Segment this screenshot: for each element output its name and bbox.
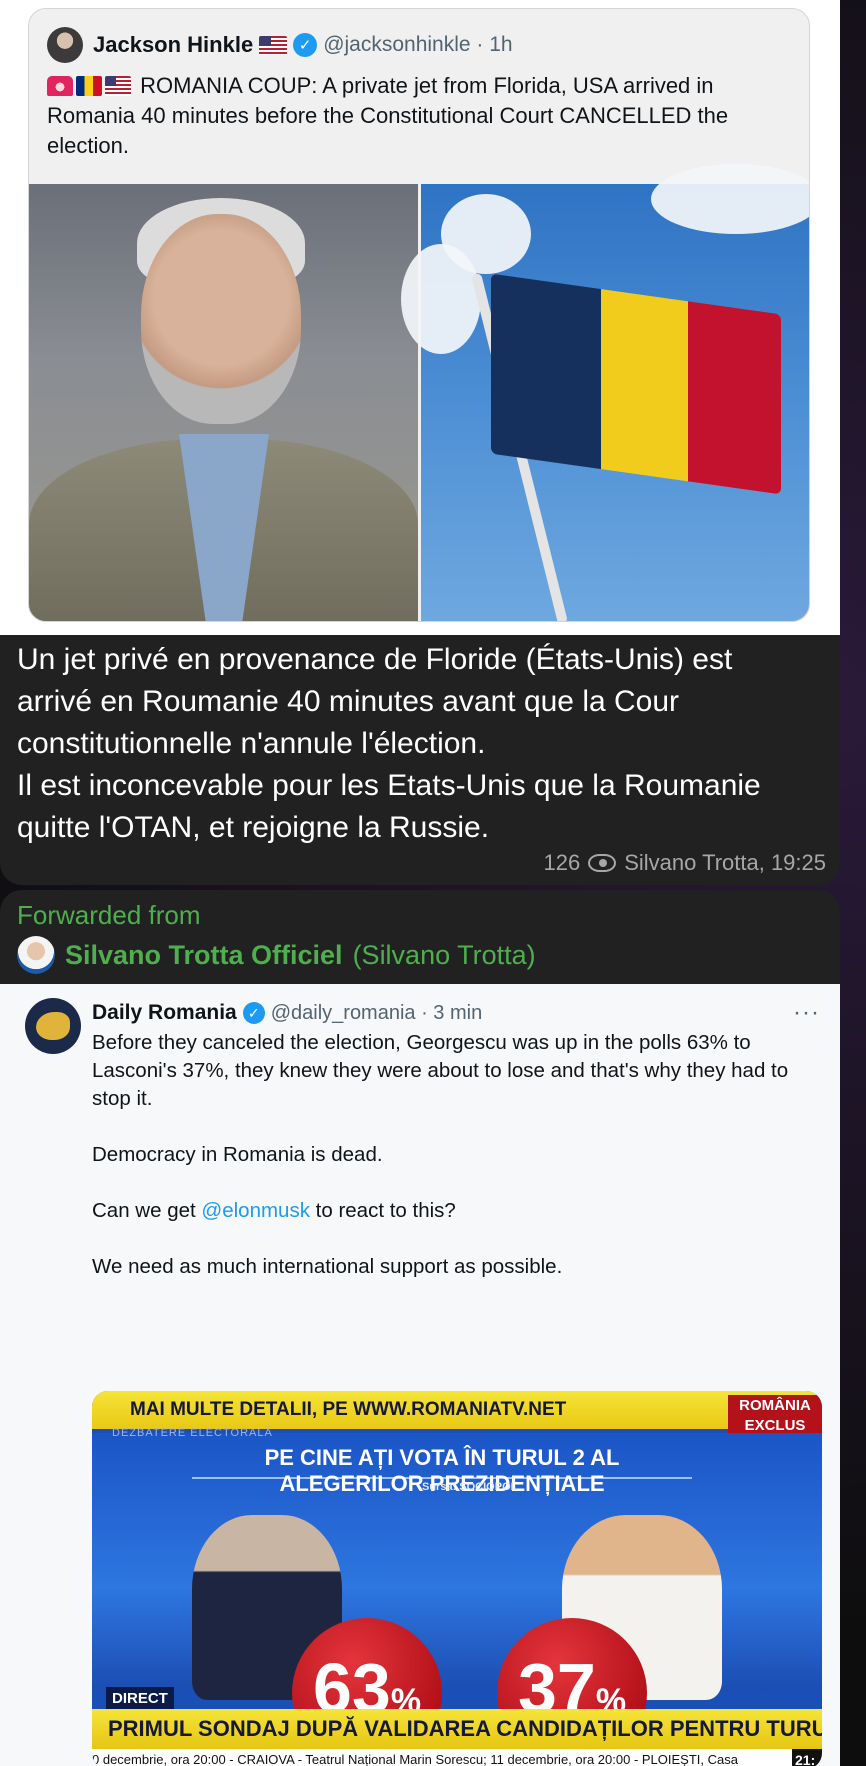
caption-line: Un jet privé en provenance de Floride (É… [17, 643, 733, 676]
eye-icon [588, 854, 617, 872]
tv-brand-line: ROMÂNIA [739, 1397, 811, 1414]
tweet-screenshot-image[interactable]: Daily Romania ✓ @daily_romania · 3 min ·… [0, 984, 840, 1766]
cloud [651, 164, 809, 234]
tv-live-label: DIRECT [106, 1687, 174, 1711]
tweet-text-block: ROMANIA COUP: A private jet from Florida… [47, 71, 797, 161]
portrait-face [141, 214, 301, 424]
tv-ticker: 0 decembrie, ora 20:00 - CRAIOVA - Teatr… [92, 1749, 822, 1766]
author-time: Silvano Trotta, 19:25 [624, 850, 826, 875]
tweet-text: ROMANIA COUP: A private jet from Florida… [47, 73, 729, 158]
tweet-text-block: Before they canceled the election, Georg… [92, 1029, 822, 1309]
tweet-paragraph: Before they canceled the election, Georg… [92, 1031, 789, 1110]
mention-link: @elonmusk [201, 1199, 310, 1222]
verified-badge-icon: ✓ [293, 33, 318, 57]
caption-line: arrivé en Roumanie 40 minutes avant que … [17, 685, 680, 718]
tweet-author-name: Daily Romania [92, 1001, 237, 1024]
tv-headline: PRIMUL SONDAJ DUPĂ VALIDAREA CANDIDAȚILO… [92, 1709, 822, 1749]
siren-icon [47, 76, 73, 96]
avatar [47, 27, 83, 63]
caption-line: Il est inconcevable pour les Etats-Unis … [17, 769, 761, 802]
romania-flag [491, 273, 781, 495]
tweet-paragraph: We need as much international support as… [92, 1255, 563, 1278]
tweet-handle-time: @jacksonhinkle · 1h [323, 33, 513, 56]
avatar[interactable] [17, 936, 55, 974]
avatar [25, 998, 81, 1054]
tv-clock: 21: [792, 1749, 822, 1766]
forwarded-signature: (Silvano Trotta) [352, 939, 536, 970]
caption-line: quitte l'OTAN, et rejoigne la Russie. [17, 811, 490, 844]
forwarded-channel-name[interactable]: Silvano Trotta Officiel [65, 940, 343, 971]
tweet-screenshot-image[interactable]: Jackson Hinkle ✓ @jacksonhinkle · 1h ROM… [0, 0, 840, 635]
tv-faint-label: DEZBATERE ELECTORALĂ [112, 1427, 273, 1439]
tweet-handle-time: @daily_romania · 3 min [270, 1001, 483, 1024]
message-meta: 126 Silvano Trotta, 19:25 [543, 850, 826, 876]
tv-poll-source: Sursa: SOCIOPOL [422, 1481, 518, 1493]
view-count: 126 [543, 850, 581, 875]
tv-poll-question: PE CINE AȚI VOTA ÎN TURUL 2 AL ALEGERILO… [192, 1445, 692, 1496]
us-flag-icon [259, 35, 288, 55]
forwarded-label: Forwarded from [17, 900, 201, 930]
forwarded-source[interactable]: Silvano Trotta Officiel (Silvano Trotta) [17, 936, 536, 974]
romania-flag-icon [76, 76, 102, 96]
tweet-text: Can we get [92, 1199, 202, 1222]
tweet-card: Jackson Hinkle ✓ @jacksonhinkle · 1h ROM… [28, 8, 810, 622]
message-bubble-2[interactable]: Forwarded from Silvano Trotta Officiel (… [0, 890, 840, 1766]
tv-top-banner: MAI MULTE DETALII, PE WWW.ROMANIATV.NET [92, 1391, 822, 1429]
tweet-header: Jackson Hinkle ✓ @jacksonhinkle · 1h [47, 27, 513, 63]
romania-flag-photo [401, 164, 809, 621]
us-flag-icon [105, 76, 131, 96]
tv-top-banner-text: MAI MULTE DETALII, PE WWW.ROMANIATV.NET [130, 1399, 567, 1420]
more-options-icon: ··· [793, 999, 820, 1026]
tweet-paragraph: Democracy in Romania is dead. [92, 1143, 383, 1166]
tweet-paragraph: Can we get @elonmusk to react to this? [92, 1197, 822, 1225]
caption-line: constitutionnelle n'annule l'élection. [17, 727, 486, 760]
tweet-author-name: Jackson Hinkle [93, 32, 254, 57]
tv-poll-panel: DEZBATERE ELECTORALĂ PE CINE AȚI VOTA ÎN… [92, 1427, 822, 1766]
tv-poll-image: MAI MULTE DETALII, PE WWW.ROMANIATV.NET … [92, 1391, 822, 1766]
verified-badge-icon: ✓ [242, 1002, 265, 1024]
tweet-text: to react to this? [309, 1199, 456, 1222]
tv-channel-logo: ROMÂNIA EXCLUS [728, 1395, 822, 1437]
portrait-photo [29, 184, 418, 621]
message-bubble-1[interactable]: Jackson Hinkle ✓ @jacksonhinkle · 1h ROM… [0, 0, 840, 885]
message-caption: Un jet privé en provenance de Floride (É… [17, 639, 827, 849]
tweet-header: Daily Romania ✓ @daily_romania · 3 min ·… [92, 998, 820, 1028]
cloud [401, 244, 481, 354]
